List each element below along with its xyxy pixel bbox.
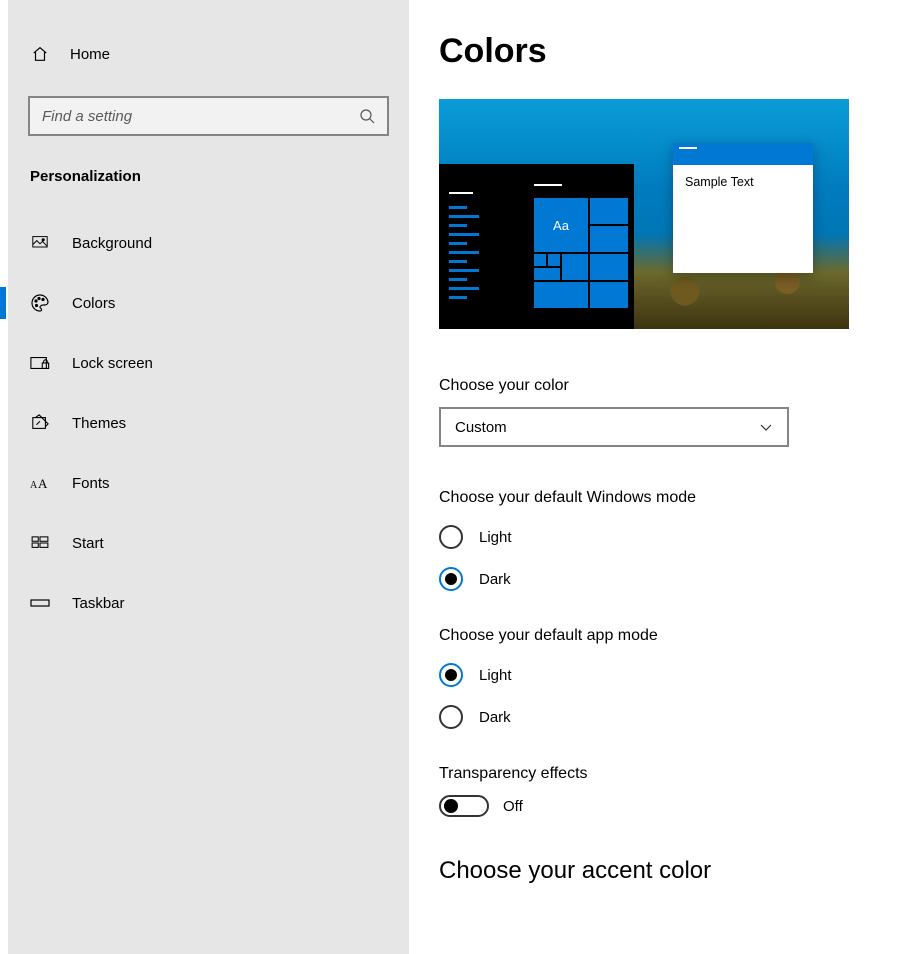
page-title: Colors: [439, 32, 892, 71]
palette-icon: [30, 293, 50, 313]
sidebar-home[interactable]: Home: [8, 34, 409, 74]
app-mode-label: Choose your default app mode: [439, 627, 892, 645]
sidebar-nav: Background Colors Lock screen: [8, 219, 409, 627]
preview-start-panel: Aa: [439, 164, 634, 329]
search-input[interactable]: [42, 108, 359, 125]
home-icon: [30, 44, 50, 64]
sidebar-item-label: Start: [72, 535, 104, 552]
transparency-value: Off: [503, 798, 523, 815]
search-settings[interactable]: [28, 96, 389, 136]
radio-icon: [439, 525, 463, 549]
sidebar-item-label: Colors: [72, 295, 115, 312]
choose-color-value: Custom: [455, 419, 507, 436]
preview-sample-window: Sample Text: [673, 143, 813, 273]
sidebar-item-themes[interactable]: Themes: [8, 399, 409, 447]
windows-mode-label: Choose your default Windows mode: [439, 489, 892, 507]
transparency-toggle[interactable]: [439, 795, 489, 817]
sidebar-item-colors[interactable]: Colors: [8, 279, 409, 327]
radio-icon: [439, 663, 463, 687]
start-icon: [30, 533, 50, 553]
sidebar-item-label: Themes: [72, 415, 126, 432]
settings-sidebar: Home Personalization Background: [0, 0, 409, 954]
search-icon: [359, 108, 375, 124]
color-preview: Aa Sample Text: [439, 99, 849, 329]
transparency-label: Transparency effects: [439, 765, 892, 783]
lock-screen-icon: [30, 353, 50, 373]
radio-label: Light: [479, 529, 512, 546]
picture-icon: [30, 233, 50, 253]
sidebar-item-background[interactable]: Background: [8, 219, 409, 267]
windows-mode-dark[interactable]: Dark: [439, 567, 892, 591]
sidebar-item-lock-screen[interactable]: Lock screen: [8, 339, 409, 387]
taskbar-icon: [30, 593, 50, 613]
radio-label: Dark: [479, 709, 511, 726]
svg-text:A: A: [38, 476, 48, 491]
preview-tiles: Aa: [534, 184, 629, 192]
windows-mode-light[interactable]: Light: [439, 525, 892, 549]
radio-label: Dark: [479, 571, 511, 588]
sidebar-item-taskbar[interactable]: Taskbar: [8, 579, 409, 627]
radio-icon: [439, 567, 463, 591]
fonts-icon: AA: [30, 473, 50, 493]
accent-color-heading: Choose your accent color: [439, 857, 892, 885]
windows-mode-group: Light Dark: [439, 525, 892, 591]
main-content: Colors Aa Sample Text: [409, 0, 922, 954]
chevron-down-icon: [759, 420, 773, 434]
svg-text:A: A: [30, 480, 38, 491]
preview-window-text: Sample Text: [673, 165, 813, 199]
preview-menu-column: [449, 192, 481, 305]
choose-color-label: Choose your color: [439, 377, 892, 395]
app-mode-dark[interactable]: Dark: [439, 705, 892, 729]
toggle-knob: [444, 799, 458, 813]
app-mode-group: Light Dark: [439, 663, 892, 729]
sidebar-item-label: Fonts: [72, 475, 110, 492]
sidebar-category: Personalization: [30, 168, 409, 185]
app-mode-light[interactable]: Light: [439, 663, 892, 687]
choose-color-dropdown[interactable]: Custom: [439, 407, 789, 447]
themes-icon: [30, 413, 50, 433]
radio-label: Light: [479, 667, 512, 684]
preview-tile-aa: Aa: [534, 198, 588, 252]
sidebar-item-start[interactable]: Start: [8, 519, 409, 567]
sidebar-home-label: Home: [70, 46, 110, 63]
sidebar-item-label: Lock screen: [72, 355, 153, 372]
radio-icon: [439, 705, 463, 729]
sidebar-item-label: Taskbar: [72, 595, 125, 612]
sidebar-item-fonts[interactable]: AA Fonts: [8, 459, 409, 507]
preview-window-titlebar: [673, 143, 813, 165]
sidebar-item-label: Background: [72, 235, 152, 252]
